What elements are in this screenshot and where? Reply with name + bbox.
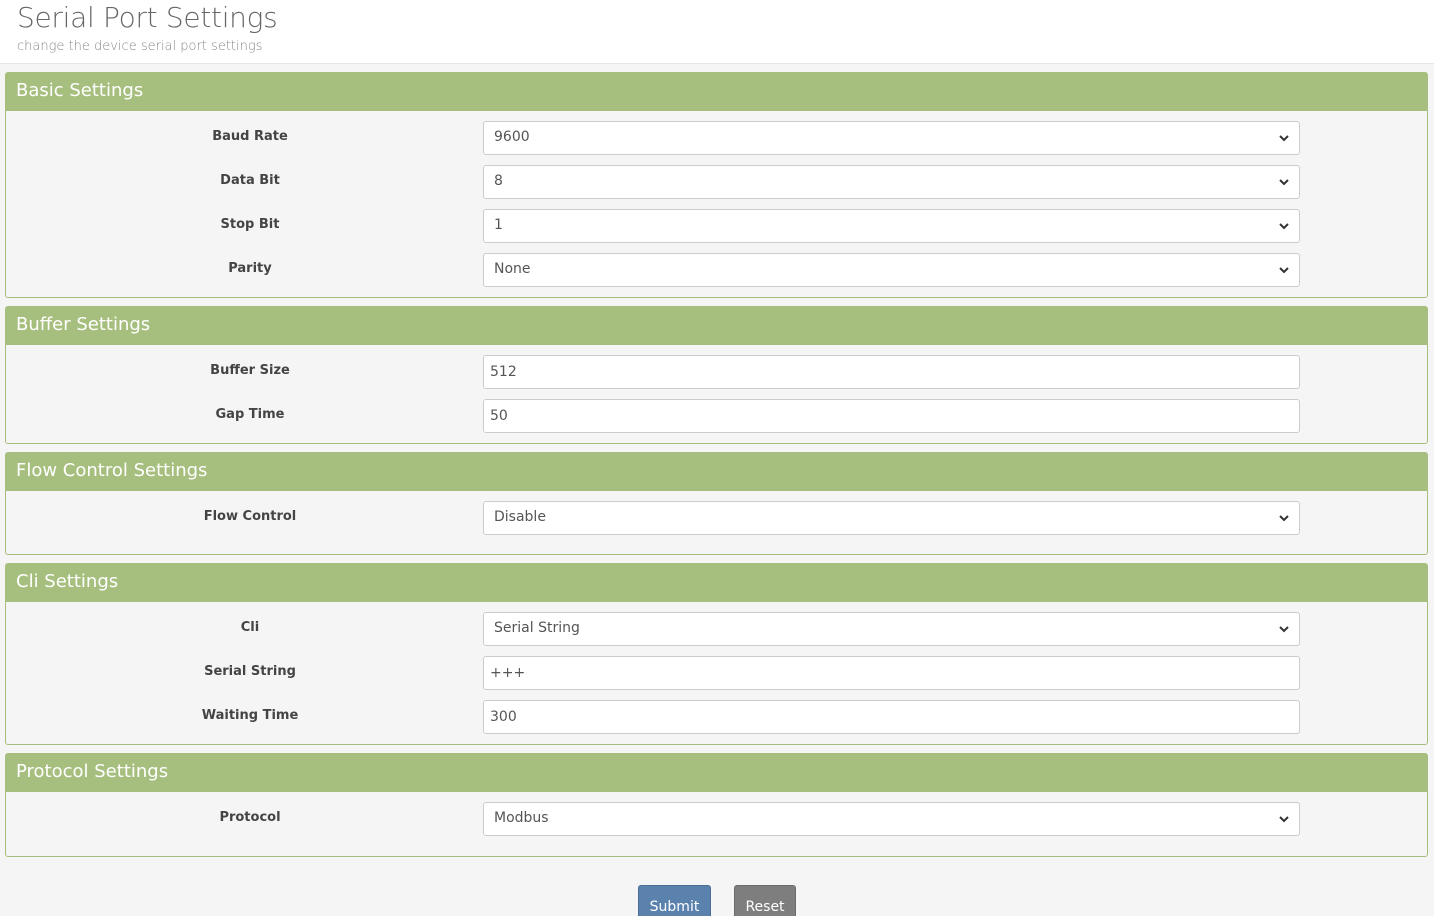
chevron-down-icon (1279, 179, 1289, 186)
baud-rate-label: Baud Rate (212, 129, 288, 144)
protocol-value: Modbus (494, 810, 549, 826)
flow-control-settings-panel: Flow Control Settings Flow Control Disab… (5, 452, 1428, 555)
cli-settings-heading: Cli Settings (6, 564, 1427, 602)
page-subtitle: change the device serial port settings (17, 39, 263, 54)
stop-bit-row: Stop Bit 1 (6, 209, 1427, 243)
protocol-row: Protocol Modbus (6, 802, 1427, 836)
data-bit-select[interactable]: 8 (483, 165, 1300, 199)
stop-bit-label: Stop Bit (220, 217, 280, 232)
form-actions: Submit Reset (0, 885, 1434, 916)
basic-settings-panel: Basic Settings Baud Rate 9600 Data Bit 8… (5, 72, 1428, 298)
waiting-time-input[interactable] (483, 700, 1300, 734)
data-bit-value: 8 (494, 173, 503, 189)
waiting-time-row: Waiting Time (6, 700, 1427, 734)
waiting-time-label: Waiting Time (201, 708, 299, 723)
buffer-settings-panel: Buffer Settings Buffer Size Gap Time (5, 306, 1428, 444)
chevron-down-icon (1279, 223, 1289, 230)
flow-control-label: Flow Control (203, 509, 297, 524)
cli-row: Cli Serial String (6, 612, 1427, 646)
cli-value: Serial String (494, 620, 580, 636)
basic-settings-heading: Basic Settings (6, 73, 1427, 111)
buffer-size-input[interactable] (483, 355, 1300, 389)
cli-select[interactable]: Serial String (483, 612, 1300, 646)
reset-button[interactable]: Reset (734, 885, 796, 916)
flow-control-row: Flow Control Disable (6, 501, 1427, 535)
serial-string-input[interactable] (483, 656, 1300, 690)
serial-string-label: Serial String (204, 664, 296, 679)
gap-time-input[interactable] (483, 399, 1300, 433)
parity-value: None (494, 261, 531, 277)
stop-bit-select[interactable]: 1 (483, 209, 1300, 243)
stop-bit-value: 1 (494, 217, 503, 233)
protocol-settings-panel: Protocol Settings Protocol Modbus (5, 753, 1428, 857)
flow-control-select[interactable]: Disable (483, 501, 1300, 535)
protocol-label: Protocol (219, 810, 281, 825)
data-bit-row: Data Bit 8 (6, 165, 1427, 199)
protocol-select[interactable]: Modbus (483, 802, 1300, 836)
parity-row: Parity None (6, 253, 1427, 287)
chevron-down-icon (1279, 267, 1289, 274)
baud-rate-select[interactable]: 9600 (483, 121, 1300, 155)
gap-time-row: Gap Time (6, 399, 1427, 433)
cli-label: Cli (240, 620, 260, 635)
cli-settings-panel: Cli Settings Cli Serial String Serial St… (5, 563, 1428, 745)
chevron-down-icon (1279, 515, 1289, 522)
parity-select[interactable]: None (483, 253, 1300, 287)
baud-rate-row: Baud Rate 9600 (6, 121, 1427, 155)
baud-rate-value: 9600 (494, 129, 530, 145)
submit-button[interactable]: Submit (638, 885, 711, 916)
parity-label: Parity (228, 261, 272, 276)
flow-control-value: Disable (494, 509, 546, 525)
buffer-size-label: Buffer Size (210, 363, 290, 378)
flow-control-settings-heading: Flow Control Settings (6, 453, 1427, 491)
page-title: Serial Port Settings (17, 1, 278, 34)
buffer-settings-heading: Buffer Settings (6, 307, 1427, 345)
serial-string-row: Serial String (6, 656, 1427, 690)
gap-time-label: Gap Time (215, 407, 285, 422)
data-bit-label: Data Bit (220, 173, 280, 188)
buffer-size-row: Buffer Size (6, 355, 1427, 389)
chevron-down-icon (1279, 816, 1289, 823)
chevron-down-icon (1279, 626, 1289, 633)
chevron-down-icon (1279, 135, 1289, 142)
page-header: Serial Port Settings change the device s… (0, 0, 1434, 64)
protocol-settings-heading: Protocol Settings (6, 754, 1427, 792)
